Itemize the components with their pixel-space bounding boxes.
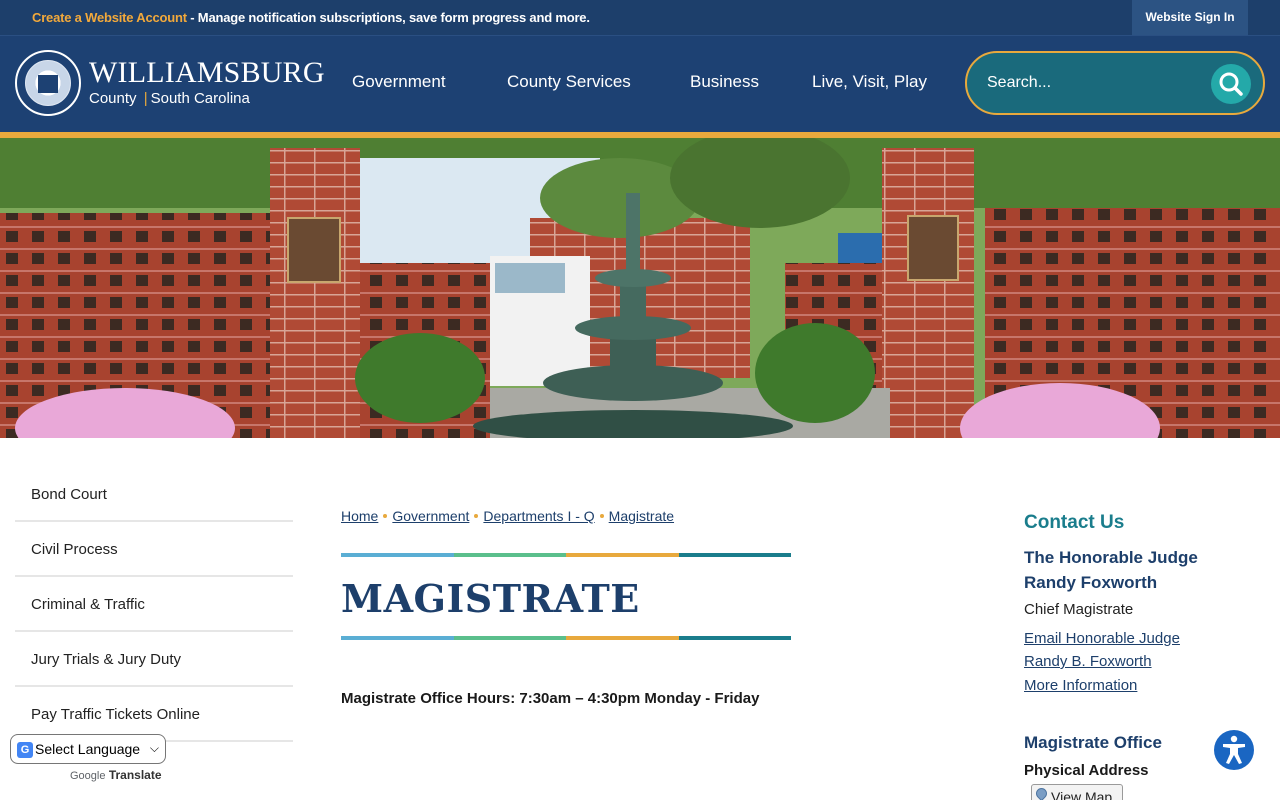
breadcrumb-departments[interactable]: Departments I - Q [483,508,594,524]
view-map-label: View Map [1051,789,1113,800]
hero-image [0,138,1280,438]
account-message: Create a Website Account - Manage notifi… [32,10,590,25]
breadcrumb: Home Government Departments I - Q Magistrat… [341,508,674,524]
nav-live-visit-play[interactable]: Live, Visit, Play [812,72,927,92]
brand-state: South Carolina [150,90,250,107]
title-rule-top [341,553,791,557]
breadcrumb-government[interactable]: Government [392,508,469,524]
breadcrumb-separator [474,514,479,518]
language-select-value: Select Language [35,741,141,757]
nav-county-services[interactable]: County Services [507,72,631,92]
rule-segment [453,636,566,640]
office-heading: Magistrate Office [1024,733,1162,752]
brand-title[interactable]: WILLIAMSBURG [89,56,325,90]
county-seal-icon[interactable] [15,50,81,116]
rule-segment [341,553,454,557]
breadcrumb-separator [599,514,604,518]
powered-by-google: Google Translate [70,768,162,782]
search-icon[interactable] [1211,64,1251,104]
contact-heading: Contact Us [1024,512,1125,533]
brand-separator: | [143,90,148,107]
google-translate-icon: G [17,742,33,758]
rule-segment [566,553,679,557]
judge-name: The Honorable Judge Randy Foxworth [1024,548,1198,592]
nav-government[interactable]: Government [352,72,446,92]
top-bar: Create a Website Account - Manage notifi… [0,0,1280,35]
accessibility-icon[interactable] [1214,730,1254,770]
address-heading: Physical Address [1024,762,1149,779]
sidebar-item-criminal-traffic[interactable]: Criminal & Traffic [15,577,293,632]
page-title: MAGISTRATE [341,576,640,621]
judge-title: Chief Magistrate [1024,601,1134,618]
breadcrumb-home[interactable]: Home [341,508,378,524]
search-input[interactable]: Search... [987,74,1051,92]
sidebar-item-civil-process[interactable]: Civil Process [15,522,293,577]
chevron-down-icon: ⌵ [149,741,159,755]
office-hours: Magistrate Office Hours: 7:30am – 4:30pm… [341,690,760,707]
breadcrumb-separator [383,514,388,518]
page: Create a Website Account - Manage notifi… [0,0,1280,800]
more-information-link[interactable]: More Information [1024,677,1137,694]
sidebar-nav: Bond Court Civil Process Criminal & Traf… [15,467,293,742]
sidebar-item-jury-trials[interactable]: Jury Trials & Jury Duty [15,632,293,687]
title-rule-bottom [341,636,791,640]
view-map-button[interactable]: View Map [1031,784,1123,800]
sidebar-item-bond-court[interactable]: Bond Court [15,467,293,522]
account-message-text: - Manage notification subscriptions, sav… [186,10,590,25]
rule-segment [453,553,566,557]
create-account-link[interactable]: Create a Website Account [32,10,187,25]
map-pin-icon [1033,785,1050,800]
translate-link[interactable]: Translate [109,768,162,782]
rule-segment [341,636,454,640]
language-select[interactable]: G Select Language ⌵ [10,734,166,764]
rule-segment [566,636,679,640]
website-sign-in-button[interactable]: Website Sign In [1132,0,1248,35]
brand-county: County [89,90,137,107]
google-logo: Google [70,770,106,782]
site-header: WILLIAMSBURG County | South Carolina Gove… [0,35,1280,132]
brand-subtitle: County | South Carolina [89,90,250,107]
rule-segment [678,553,791,557]
rule-segment [678,636,791,640]
breadcrumb-magistrate[interactable]: Magistrate [609,508,674,524]
nav-business[interactable]: Business [690,72,759,92]
email-judge-link[interactable]: Email Honorable Judge Randy B. Foxworth [1024,627,1224,673]
search-box[interactable]: Search... [965,51,1265,115]
